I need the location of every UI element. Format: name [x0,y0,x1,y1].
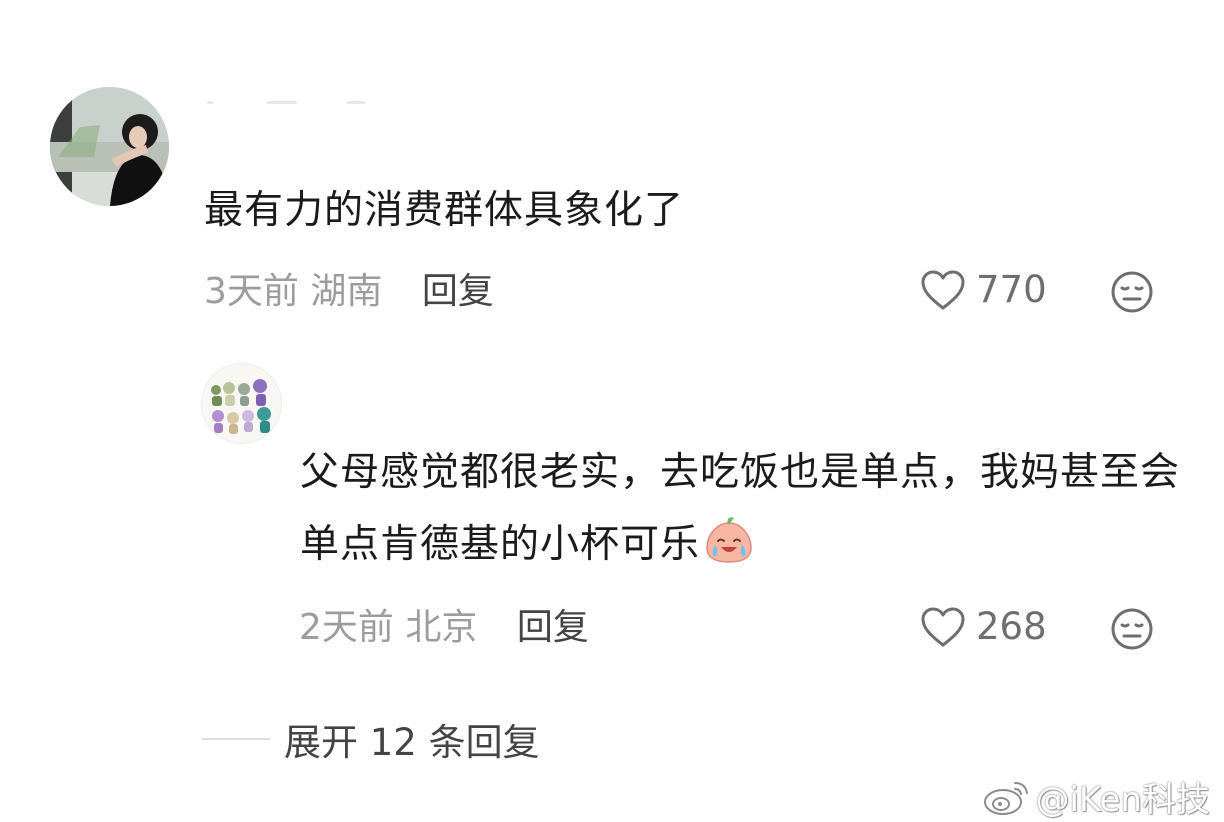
meh-face-icon [1111,608,1153,650]
like-count: 770 [976,268,1047,311]
like-button[interactable]: 770 [920,268,1047,311]
cartoon-cats-avatar [202,364,281,443]
expand-replies-label: 展开 12 条回复 [284,721,540,764]
comment-thread: 最有力的消费群体具象化了 3天前 湖南 回复 770 父母感觉都很老实，去吃饭也… [0,0,1224,822]
reply-to-reply-button[interactable]: 回复 [517,607,589,648]
weibo-logo-icon [984,781,1029,815]
crying-laughing-peach-emoji [706,517,752,563]
heart-outline-icon [921,270,965,309]
user-avatar[interactable] [50,87,169,206]
expand-replies-button[interactable]: 展开 12 条回复 [202,712,540,766]
reply-like-count: 268 [976,605,1047,648]
reply-comment-text: 父母感觉都很老实，去吃饭也是单点，我妈甚至会单点肯德基的小杯可乐 [300,437,1190,581]
reply-dislike-button[interactable] [1110,607,1154,651]
comment-text: 最有力的消费群体具象化了 [204,188,685,233]
comment-meta: 3天前 湖南 回复 [204,270,494,314]
username-placeholder [207,99,367,107]
heart-outline-icon [921,607,965,646]
meh-face-icon [1111,271,1153,313]
reply-like-button[interactable]: 268 [920,605,1047,648]
reply-user-avatar[interactable] [201,363,282,444]
avatar-photo [50,87,169,206]
reply-button[interactable]: 回复 [422,271,494,312]
watermark-text: @iKen科技 [1035,780,1210,820]
reply-time: 2天前 [299,607,394,648]
reply-location: 北京 [405,607,478,648]
watermark: @iKen科技 [981,772,1210,821]
comment-location: 湖南 [310,271,383,312]
expand-divider [202,738,270,740]
dislike-button[interactable] [1110,270,1154,314]
reply-meta: 2天前 北京 回复 [299,606,589,650]
comment-time: 3天前 [204,271,299,312]
